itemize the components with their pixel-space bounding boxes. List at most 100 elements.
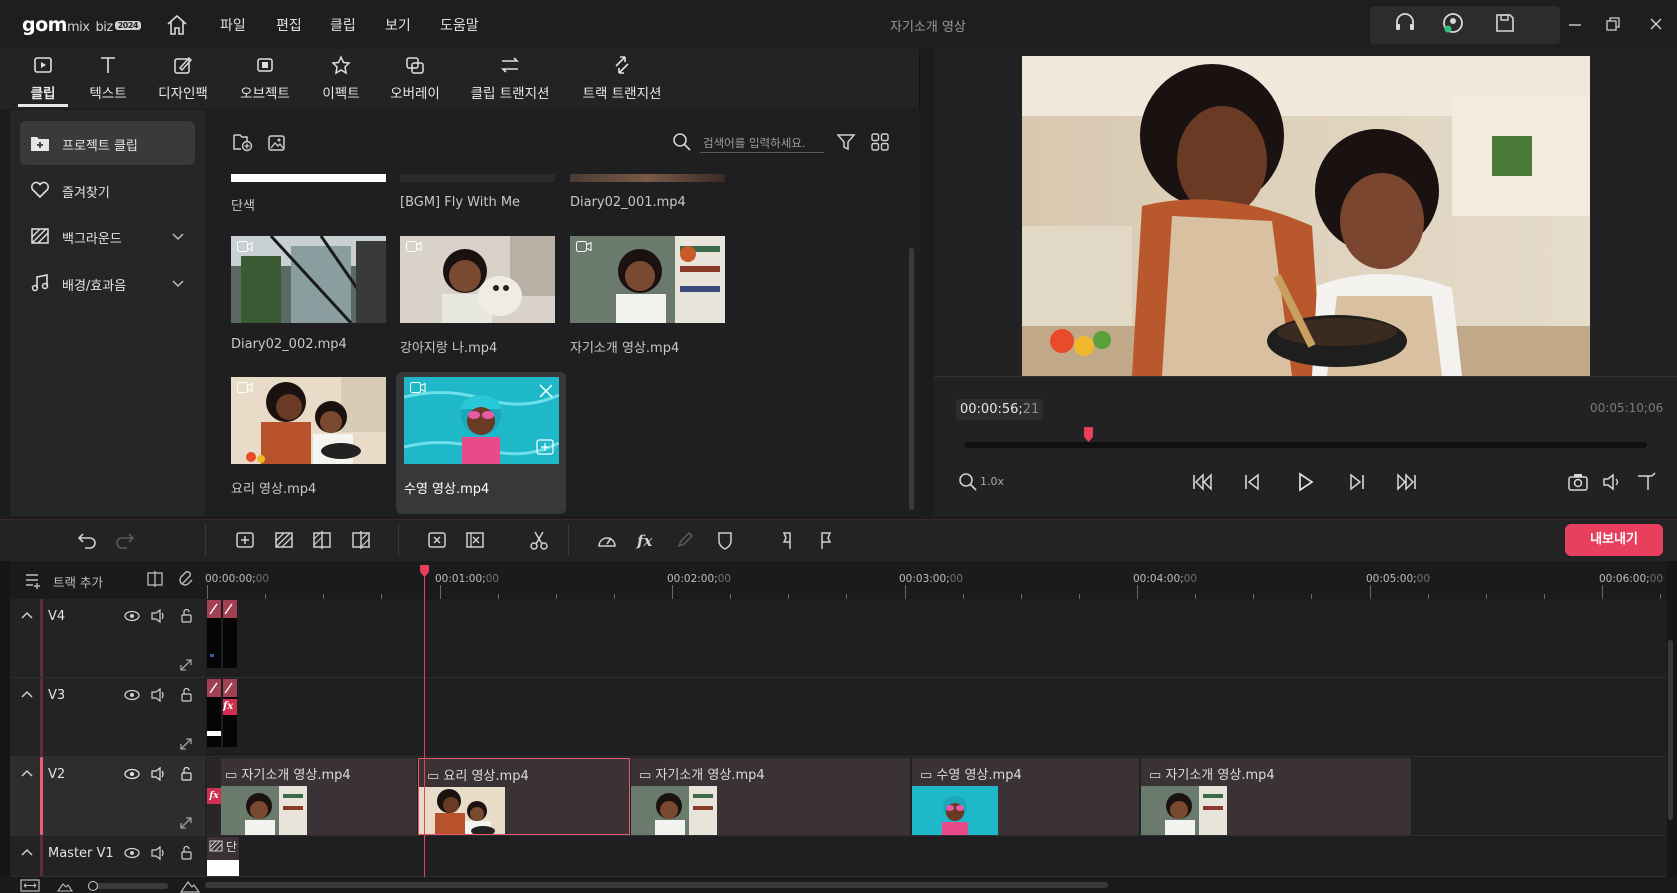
track-header-v3[interactable]: V3 (10, 678, 205, 757)
sidebar-item-background[interactable]: 백그라운드 (20, 214, 195, 258)
delete-clip-icon[interactable] (426, 529, 448, 551)
search-icon[interactable] (672, 132, 692, 152)
v4-design-items[interactable] (207, 600, 237, 618)
skip-to-start-icon[interactable] (1190, 470, 1214, 494)
add-track-icon[interactable] (24, 571, 42, 589)
collapse-caret-icon[interactable] (20, 609, 34, 621)
zoom-icon[interactable] (956, 470, 980, 494)
marker-left-icon[interactable] (778, 529, 800, 551)
v3-design-items[interactable] (207, 679, 237, 697)
shield-icon[interactable] (714, 529, 736, 551)
sidebar-item-project-clip[interactable]: 프로젝트 클립 (20, 121, 195, 165)
fx-icon[interactable]: fx (635, 529, 657, 551)
track-header-v4[interactable]: V4 (10, 599, 205, 678)
snapshot-camera-icon[interactable] (1566, 470, 1590, 494)
tab-design-pack[interactable]: 디자인팩 (150, 49, 216, 109)
redo-icon[interactable] (114, 529, 136, 551)
timeline-clip-cooking[interactable]: ▭ 요리 영상.mp4 (418, 758, 630, 835)
sidebar-item-favorites[interactable]: 즐겨찾기 (20, 168, 195, 212)
playhead-handle[interactable] (420, 565, 429, 577)
marker-right-icon[interactable] (814, 529, 836, 551)
clip-thumbnail-diary02-002[interactable] (231, 236, 386, 323)
clip-thumbnail-cooking[interactable] (231, 377, 386, 464)
volume-icon[interactable] (1600, 470, 1624, 494)
chevron-down-icon[interactable] (170, 275, 186, 291)
split-right-icon[interactable] (350, 529, 372, 551)
fit-width-icon[interactable] (20, 879, 40, 892)
undo-icon[interactable] (76, 529, 98, 551)
filter-icon[interactable] (836, 132, 856, 152)
remove-clip-icon[interactable] (538, 383, 554, 399)
timeline-clip-solid-color[interactable]: 단 (207, 837, 239, 876)
support-icon[interactable] (1440, 10, 1466, 36)
v4-black-clip[interactable] (207, 618, 237, 668)
clip-thumbnail-bgm[interactable] (400, 174, 555, 182)
clip-thumbnail-self-intro[interactable] (570, 236, 725, 323)
link-icon[interactable] (178, 657, 194, 673)
tab-effect[interactable]: 이펙트 (316, 49, 366, 109)
background-fill-icon[interactable] (273, 529, 295, 551)
track-header-master-v1[interactable]: Master V1 (10, 836, 205, 877)
preview-video-frame[interactable] (1022, 56, 1590, 376)
link-icon[interactable] (178, 736, 194, 752)
timeline-playhead[interactable] (424, 573, 425, 877)
skip-to-end-icon[interactable] (1395, 470, 1419, 494)
grid-view-icon[interactable] (870, 132, 890, 152)
timeline-clip-self-intro-1[interactable]: fx ▭ 자기소개 영상.mp4 (207, 758, 418, 835)
tab-text[interactable]: 텍스트 (80, 49, 136, 109)
scissors-icon[interactable] (528, 529, 550, 551)
search-input[interactable]: 검색어를 입력하세요. (703, 135, 806, 151)
timeline-horizontal-scrollbar[interactable] (205, 882, 1108, 888)
menu-file[interactable]: 파일 (220, 15, 246, 35)
zoom-level[interactable]: 1.0x (980, 475, 1004, 488)
add-clip-icon[interactable] (234, 529, 256, 551)
menu-edit[interactable]: 편집 (276, 15, 302, 35)
preview-seek-bar[interactable] (964, 442, 1647, 448)
delete-gap-icon[interactable] (464, 529, 486, 551)
seek-handle[interactable] (1084, 427, 1094, 443)
timeline-clip-self-intro-3[interactable]: ▭ 자기소개 영상.mp4 (1141, 758, 1412, 835)
zoom-in-mountain-icon[interactable] (180, 878, 200, 893)
detach-preview-icon[interactable] (1634, 470, 1658, 494)
speed-gauge-icon[interactable] (596, 529, 618, 551)
tab-object[interactable]: 오브젝트 (232, 49, 298, 109)
menu-view[interactable]: 보기 (385, 15, 411, 35)
next-frame-icon[interactable] (1345, 470, 1369, 494)
menu-clip[interactable]: 클립 (330, 15, 356, 35)
clip-thumbnail-solid-color[interactable] (231, 174, 386, 182)
clip-thumbnail-swimming[interactable] (404, 377, 559, 464)
timeline-clip-self-intro-2[interactable]: ▭ 자기소개 영상.mp4 (631, 758, 911, 835)
clip-thumbnail-diary02-001[interactable] (570, 174, 725, 182)
chevron-down-icon[interactable] (170, 228, 186, 244)
pen-icon[interactable] (674, 529, 696, 551)
zoom-out-mountain-icon[interactable] (57, 879, 73, 892)
split-track-icon[interactable] (146, 570, 164, 588)
split-left-icon[interactable] (311, 529, 333, 551)
tab-clip-transition[interactable]: 클립 트랜지션 (462, 49, 558, 109)
tab-clip[interactable]: 클립 (20, 49, 66, 109)
timeline-vertical-scrollbar[interactable] (1668, 640, 1673, 820)
add-track-label[interactable]: 트랙 추가 (53, 572, 103, 591)
collapse-caret-icon[interactable] (20, 846, 34, 858)
restore-icon[interactable] (1602, 13, 1624, 35)
tab-track-transition[interactable]: 트랙 트랜지션 (574, 49, 670, 109)
import-media-icon[interactable] (231, 131, 253, 153)
collapse-caret-icon[interactable] (20, 767, 34, 779)
timeline-zoom-slider[interactable] (88, 883, 168, 889)
menu-help[interactable]: 도움말 (440, 15, 479, 35)
export-button[interactable]: 내보내기 (1565, 524, 1663, 556)
magnet-link-icon[interactable] (178, 570, 196, 588)
timeline-clip-swimming[interactable]: ▭ 수영 영상.mp4 (912, 758, 1140, 835)
close-window-icon[interactable] (1645, 13, 1667, 35)
home-icon[interactable] (164, 12, 190, 38)
play-icon[interactable] (1293, 470, 1317, 494)
track-header-v2[interactable]: V2 (10, 757, 205, 836)
collapse-caret-icon[interactable] (20, 688, 34, 700)
add-to-timeline-icon[interactable] (536, 439, 554, 455)
tab-overlay[interactable]: 오버레이 (382, 49, 448, 109)
image-import-icon[interactable] (266, 131, 288, 153)
previous-frame-icon[interactable] (1240, 470, 1264, 494)
zoom-slider-thumb[interactable] (88, 881, 98, 891)
save-icon[interactable] (1492, 10, 1518, 36)
headset-icon[interactable] (1392, 10, 1418, 36)
